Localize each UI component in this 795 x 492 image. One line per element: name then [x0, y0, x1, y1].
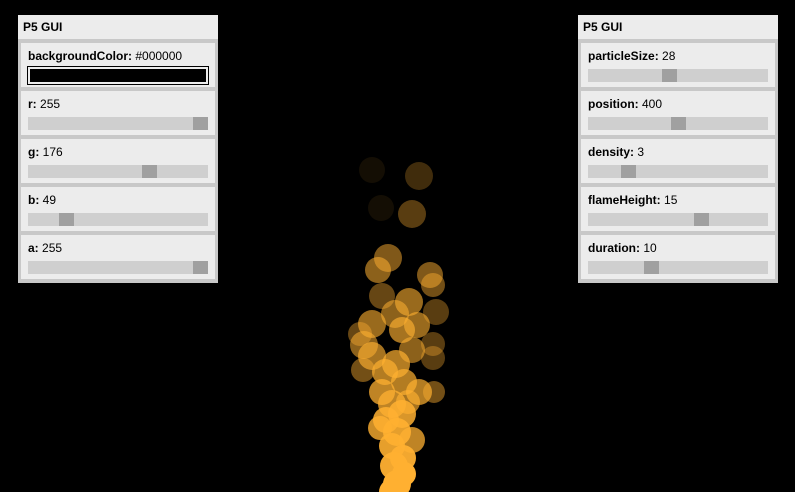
slider-particle-size: particleSize: 28	[581, 43, 775, 87]
flame-particle	[421, 346, 445, 370]
slider-flame-height: flameHeight: 15	[581, 187, 775, 231]
slider-a-label: a:	[28, 241, 39, 255]
slider-r-handle[interactable]	[193, 117, 208, 130]
flame-particle	[359, 157, 385, 183]
flame-particle	[421, 273, 445, 297]
slider-particle-size-handle[interactable]	[662, 69, 678, 82]
slider-duration-handle[interactable]	[644, 261, 660, 274]
flame-particle	[398, 200, 426, 228]
slider-a-track[interactable]	[28, 261, 208, 274]
background-color-label: backgroundColor:	[28, 49, 132, 63]
slider-density: density: 3	[581, 139, 775, 183]
slider-b: b: 49	[21, 187, 215, 231]
slider-r-label: r:	[28, 97, 37, 111]
slider-density-label: density:	[588, 145, 635, 159]
flame-particle	[365, 257, 391, 283]
slider-flame-height-value: 15	[664, 193, 678, 207]
slider-density-track[interactable]	[588, 165, 768, 178]
slider-flame-height-track[interactable]	[588, 213, 768, 226]
slider-a-value: 255	[42, 241, 63, 255]
slider-density-handle[interactable]	[621, 165, 636, 178]
slider-b-label: b:	[28, 193, 40, 207]
slider-g-handle[interactable]	[141, 165, 157, 178]
slider-b-value: 49	[42, 193, 57, 207]
slider-r-value: 255	[40, 97, 61, 111]
slider-b-handle[interactable]	[59, 213, 75, 226]
slider-flame-height-handle[interactable]	[693, 213, 709, 226]
slider-duration: duration: 10	[581, 235, 775, 279]
slider-particle-size-value: 28	[662, 49, 676, 63]
slider-a: a: 255	[21, 235, 215, 279]
slider-r: r: 255	[21, 91, 215, 135]
p5-gui-panel-left: P5 GUI backgroundColor: #000000 r: 255 g…	[18, 15, 218, 283]
flame-particle	[368, 195, 394, 221]
slider-position-label: position:	[588, 97, 639, 111]
slider-g-track[interactable]	[28, 165, 208, 178]
p5-gui-panel-right: P5 GUI particleSize: 28 position: 400 de…	[578, 15, 778, 283]
slider-g: g: 176	[21, 139, 215, 183]
background-color-swatch[interactable]	[27, 66, 209, 85]
slider-r-track[interactable]	[28, 117, 208, 130]
slider-particle-size-track[interactable]	[588, 69, 768, 82]
slider-density-value: 3	[637, 145, 645, 159]
slider-flame-height-label: flameHeight:	[588, 193, 661, 207]
slider-a-handle[interactable]	[193, 261, 208, 274]
slider-g-label: g:	[28, 145, 40, 159]
flame-particle	[405, 162, 433, 190]
slider-position-handle[interactable]	[670, 117, 686, 130]
slider-position-track[interactable]	[588, 117, 768, 130]
background-color-value: #000000	[135, 49, 183, 63]
background-color-control: backgroundColor: #000000	[21, 43, 215, 87]
slider-b-track[interactable]	[28, 213, 208, 226]
slider-particle-size-label: particleSize:	[588, 49, 659, 63]
slider-duration-value: 10	[643, 241, 657, 255]
background-color-label-row: backgroundColor: #000000	[28, 49, 182, 63]
flame-particle	[423, 381, 445, 403]
panel-title: P5 GUI	[578, 15, 778, 43]
panel-title: P5 GUI	[18, 15, 218, 43]
flame-particle	[351, 358, 375, 382]
slider-duration-track[interactable]	[588, 261, 768, 274]
slider-duration-label: duration:	[588, 241, 640, 255]
slider-g-value: 176	[42, 145, 63, 159]
slider-position-value: 400	[642, 97, 663, 111]
slider-position: position: 400	[581, 91, 775, 135]
